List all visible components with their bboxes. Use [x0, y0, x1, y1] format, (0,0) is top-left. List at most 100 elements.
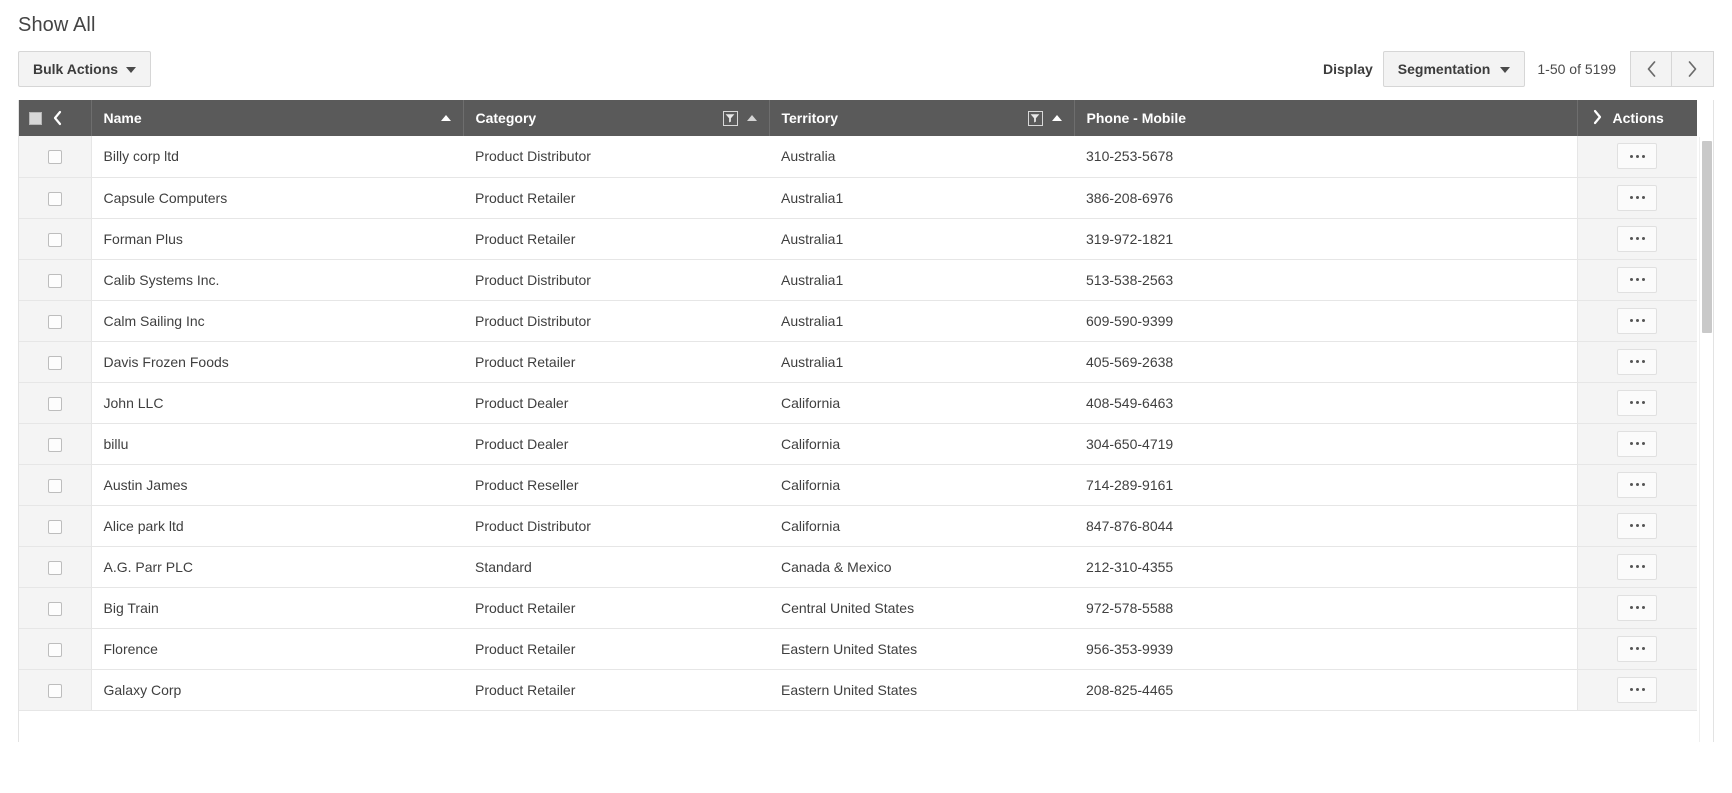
- row-cell-category: Product Reseller: [463, 464, 769, 506]
- row-cell-phone: 847-876-8044: [1074, 505, 1577, 547]
- row-cell-name[interactable]: A.G. Parr PLC: [91, 546, 463, 588]
- row-menu-ellipsis-icon[interactable]: [1617, 225, 1658, 252]
- row-cell-name[interactable]: Florence: [91, 628, 463, 670]
- row-cell-name[interactable]: Forman Plus: [91, 218, 463, 260]
- row-checkbox[interactable]: [47, 191, 62, 206]
- row-checkbox[interactable]: [47, 519, 62, 534]
- row-cell-phone: 609-590-9399: [1074, 300, 1577, 342]
- row-cell-category: Product Retailer: [463, 669, 769, 711]
- expand-panel-chevron-right-icon[interactable]: [1592, 109, 1603, 128]
- row-select-cell: [19, 505, 92, 547]
- row-menu-ellipsis-icon[interactable]: [1617, 512, 1658, 539]
- sort-ascending-icon[interactable]: [746, 115, 757, 121]
- row-cell-phone: 405-569-2638: [1074, 341, 1577, 383]
- sort-ascending-icon[interactable]: [1051, 115, 1062, 121]
- row-cell-category: Product Distributor: [463, 300, 769, 342]
- page-title: Show All: [18, 14, 96, 36]
- next-page-button[interactable]: [1672, 51, 1714, 87]
- row-menu-ellipsis-icon[interactable]: [1617, 635, 1658, 662]
- table-row[interactable]: Big Train Product Retailer Central United …: [19, 587, 1697, 629]
- segmentation-dropdown[interactable]: Segmentation: [1382, 51, 1526, 87]
- table-row[interactable]: Billy corp ltd Product Distributor Austral…: [19, 136, 1697, 178]
- row-cell-name[interactable]: Capsule Computers: [91, 177, 463, 219]
- select-all-checkbox-icon[interactable]: [29, 111, 42, 125]
- row-menu-ellipsis-icon[interactable]: [1617, 430, 1658, 457]
- row-actions-cell: [1576, 177, 1697, 219]
- row-cell-category: Product Retailer: [463, 218, 769, 260]
- row-menu-ellipsis-icon[interactable]: [1617, 471, 1658, 498]
- row-cell-name[interactable]: Davis Frozen Foods: [91, 341, 463, 383]
- row-cell-name[interactable]: Alice park ltd: [91, 505, 463, 547]
- row-cell-phone: 714-289-9161: [1074, 464, 1577, 506]
- row-checkbox[interactable]: [47, 601, 62, 616]
- vertical-scrollbar-thumb[interactable]: [1702, 141, 1712, 333]
- sort-ascending-icon[interactable]: [440, 115, 451, 121]
- row-cell-phone: 208-825-4465: [1074, 669, 1577, 711]
- data-grid: Name Category Territory Phone - Mobile A…: [18, 100, 1714, 742]
- row-cell-phone: 956-353-9939: [1074, 628, 1577, 670]
- row-cell-phone: 310-253-5678: [1074, 136, 1577, 178]
- row-cell-category: Product Dealer: [463, 382, 769, 424]
- table-row[interactable]: Davis Frozen Foods Product Retailer Austra…: [19, 341, 1697, 383]
- column-header-name[interactable]: Name: [91, 100, 464, 136]
- row-cell-name[interactable]: billu: [91, 423, 463, 465]
- row-cell-name[interactable]: Austin James: [91, 464, 463, 506]
- row-cell-name[interactable]: Galaxy Corp: [91, 669, 463, 711]
- row-checkbox[interactable]: [47, 314, 62, 329]
- column-header-category[interactable]: Category: [463, 100, 770, 136]
- table-row[interactable]: John LLC Product Dealer California 408-549-…: [19, 382, 1697, 424]
- filter-funnel-icon[interactable]: [1027, 110, 1043, 126]
- row-checkbox[interactable]: [47, 273, 62, 288]
- row-checkbox[interactable]: [47, 355, 62, 370]
- column-header-phone-mobile[interactable]: Phone - Mobile: [1074, 100, 1578, 136]
- row-menu-ellipsis-icon[interactable]: [1617, 676, 1658, 703]
- row-menu-ellipsis-icon[interactable]: [1617, 266, 1658, 293]
- filter-funnel-icon[interactable]: [722, 110, 738, 126]
- row-cell-name[interactable]: Billy corp ltd: [91, 136, 463, 178]
- table-row[interactable]: Galaxy Corp Product Retailer Eastern Unite…: [19, 669, 1697, 711]
- previous-page-button[interactable]: [1630, 51, 1672, 87]
- collapse-panel-chevron-left-icon[interactable]: [52, 110, 63, 126]
- row-checkbox[interactable]: [47, 642, 62, 657]
- row-cell-name[interactable]: Big Train: [91, 587, 463, 629]
- table-row[interactable]: A.G. Parr PLC Standard Canada & Mexico 212-…: [19, 546, 1697, 588]
- column-header-territory[interactable]: Territory: [769, 100, 1075, 136]
- row-checkbox[interactable]: [47, 437, 62, 452]
- bulk-actions-button[interactable]: Bulk Actions: [18, 51, 152, 87]
- chevron-right-icon: [1686, 59, 1699, 79]
- row-select-cell: [19, 423, 92, 465]
- row-checkbox[interactable]: [47, 560, 62, 575]
- row-cell-name[interactable]: Calib Systems Inc.: [91, 259, 463, 301]
- row-menu-ellipsis-icon[interactable]: [1617, 594, 1658, 621]
- table-row[interactable]: billu Product Dealer California 304-650-471…: [19, 423, 1697, 465]
- row-checkbox[interactable]: [47, 396, 62, 411]
- row-menu-ellipsis-icon[interactable]: [1617, 307, 1658, 334]
- pagination-controls: [1630, 51, 1714, 87]
- table-row[interactable]: Forman Plus Product Retailer Australia1 319…: [19, 218, 1697, 260]
- row-cell-name[interactable]: John LLC: [91, 382, 463, 424]
- row-menu-ellipsis-icon[interactable]: [1617, 389, 1658, 416]
- row-checkbox[interactable]: [47, 150, 62, 165]
- row-checkbox[interactable]: [47, 683, 62, 698]
- table-row[interactable]: Capsule Computers Product Retailer Austral…: [19, 177, 1697, 219]
- table-row[interactable]: Alice park ltd Product Distributor Califor…: [19, 505, 1697, 547]
- row-menu-ellipsis-icon[interactable]: [1617, 553, 1658, 580]
- records-table: Name Category Territory Phone - Mobile A…: [19, 100, 1697, 711]
- row-checkbox[interactable]: [47, 478, 62, 493]
- column-header-actions-label: Actions: [1612, 110, 1664, 126]
- row-menu-ellipsis-icon[interactable]: [1617, 184, 1658, 211]
- row-cell-name[interactable]: Calm Sailing Inc: [91, 300, 463, 342]
- vertical-scrollbar[interactable]: [1699, 137, 1713, 742]
- table-row[interactable]: Florence Product Retailer Eastern United S…: [19, 628, 1697, 670]
- row-cell-category: Product Distributor: [463, 136, 769, 178]
- row-actions-cell: [1576, 628, 1697, 670]
- table-row[interactable]: Austin James Product Reseller California 71…: [19, 464, 1697, 506]
- table-row[interactable]: Calib Systems Inc. Product Distributor Aus…: [19, 259, 1697, 301]
- row-menu-ellipsis-icon[interactable]: [1617, 143, 1658, 170]
- table-row[interactable]: Calm Sailing Inc Product Distributor Austr…: [19, 300, 1697, 342]
- row-cell-category: Product Retailer: [463, 628, 769, 670]
- row-cell-phone: 212-310-4355: [1074, 546, 1577, 588]
- row-menu-ellipsis-icon[interactable]: [1617, 348, 1658, 375]
- row-checkbox[interactable]: [47, 232, 62, 247]
- row-cell-territory: Canada & Mexico: [769, 546, 1074, 588]
